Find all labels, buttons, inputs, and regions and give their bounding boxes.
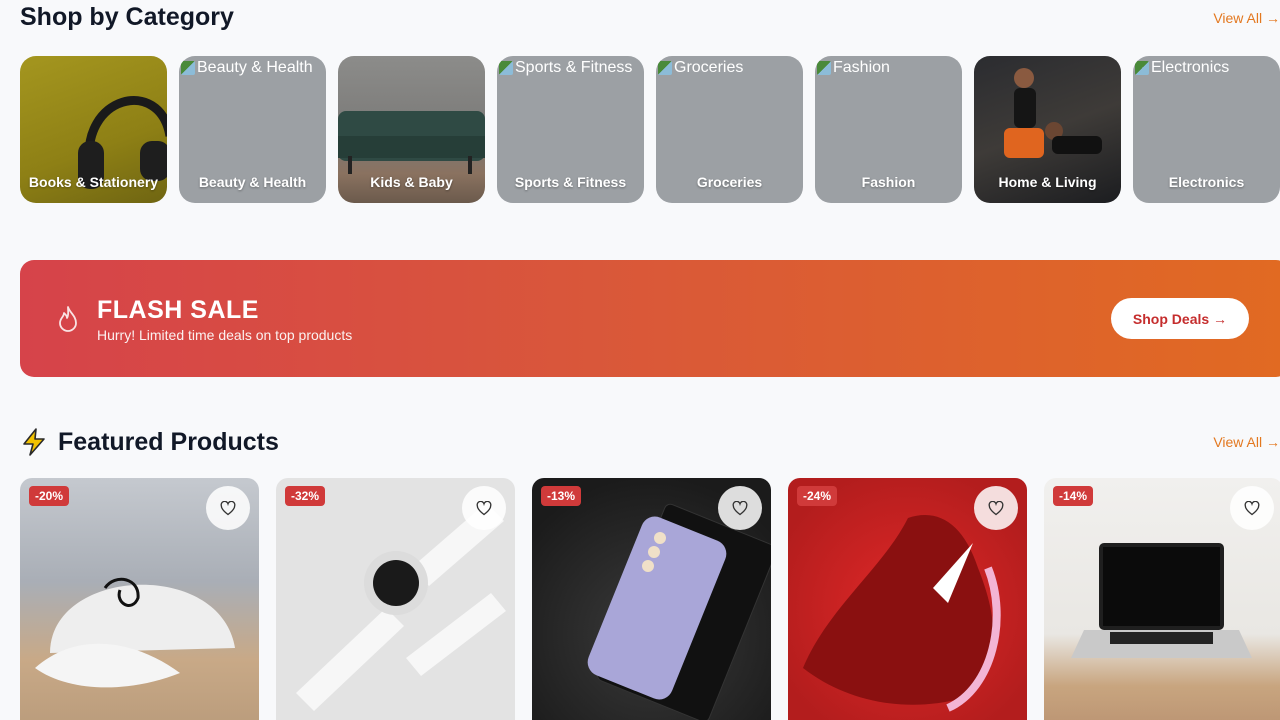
category-card-home[interactable]: Home & Living xyxy=(974,56,1121,203)
category-label: Books & Stationery xyxy=(28,174,159,190)
product-card-sneaker[interactable]: -24% xyxy=(788,478,1027,720)
category-card-fashion[interactable]: Fashion Fashion xyxy=(815,56,962,203)
flash-sale-banner: FLASH SALE Hurry! Limited time deals on … xyxy=(20,260,1280,377)
lightning-icon xyxy=(23,428,45,456)
broken-image-alt: Beauty & Health xyxy=(181,59,313,77)
wishlist-heart-icon[interactable] xyxy=(1230,486,1274,530)
product-list: -20% -32% -13% -24% -14% xyxy=(20,478,1280,720)
broken-image-icon xyxy=(181,61,195,75)
discount-badge: -14% xyxy=(1053,486,1094,506)
category-label: Sports & Fitness xyxy=(514,174,627,190)
flash-sale-subtitle: Hurry! Limited time deals on top product… xyxy=(97,327,353,343)
wishlist-heart-icon[interactable] xyxy=(974,486,1018,530)
flame-icon xyxy=(59,306,77,332)
category-card-kids[interactable]: Kids & Baby xyxy=(338,56,485,203)
discount-badge: -32% xyxy=(285,486,326,506)
product-card-watch[interactable]: -32% xyxy=(276,478,515,720)
category-card-sports[interactable]: Sports & Fitness Sports & Fitness xyxy=(497,56,644,203)
broken-image-alt: Groceries xyxy=(658,59,743,77)
broken-image-alt: Sports & Fitness xyxy=(499,59,632,77)
category-label: Home & Living xyxy=(998,174,1097,190)
categories-view-all-link[interactable]: View All → xyxy=(1213,10,1280,26)
broken-image-alt: Electronics xyxy=(1135,59,1229,77)
product-card-cap[interactable]: -20% xyxy=(20,478,259,720)
discount-badge: -20% xyxy=(29,486,70,506)
category-card-electronics[interactable]: Electronics Electronics xyxy=(1133,56,1280,203)
broken-image-icon xyxy=(658,61,672,75)
category-card-groceries[interactable]: Groceries Groceries xyxy=(656,56,803,203)
category-section-title: Shop by Category xyxy=(20,3,234,31)
wishlist-heart-icon[interactable] xyxy=(206,486,250,530)
featured-section-title: Featured Products xyxy=(58,427,279,456)
category-card-beauty[interactable]: Beauty & Health Beauty & Health xyxy=(179,56,326,203)
product-card-laptop[interactable]: -14% xyxy=(1044,478,1280,720)
discount-badge: -13% xyxy=(541,486,582,506)
wishlist-heart-icon[interactable] xyxy=(718,486,762,530)
category-label: Groceries xyxy=(696,174,763,190)
featured-view-all-link[interactable]: View All → xyxy=(1213,434,1280,450)
flash-sale-title: FLASH SALE xyxy=(97,296,259,324)
category-label: Fashion xyxy=(861,174,916,190)
featured-section-header: Featured Products View All → xyxy=(20,427,1280,457)
category-label: Electronics xyxy=(1168,174,1245,190)
broken-image-icon xyxy=(817,61,831,75)
featured-section-title-wrap: Featured Products xyxy=(20,427,279,457)
category-label: Kids & Baby xyxy=(370,174,453,190)
broken-image-icon xyxy=(1135,61,1149,75)
broken-image-alt: Fashion xyxy=(817,59,890,77)
shop-deals-button[interactable]: Shop Deals → xyxy=(1111,298,1249,339)
category-card-books[interactable]: Books & Stationery xyxy=(20,56,167,203)
broken-image-icon xyxy=(499,61,513,75)
product-card-phone[interactable]: -13% xyxy=(532,478,771,720)
category-label: Beauty & Health xyxy=(198,174,307,190)
wishlist-heart-icon[interactable] xyxy=(462,486,506,530)
category-list: Books & Stationery Beauty & Health Beaut… xyxy=(20,56,1280,203)
category-section-header: Shop by Category View All → xyxy=(20,3,1280,32)
discount-badge: -24% xyxy=(797,486,838,506)
